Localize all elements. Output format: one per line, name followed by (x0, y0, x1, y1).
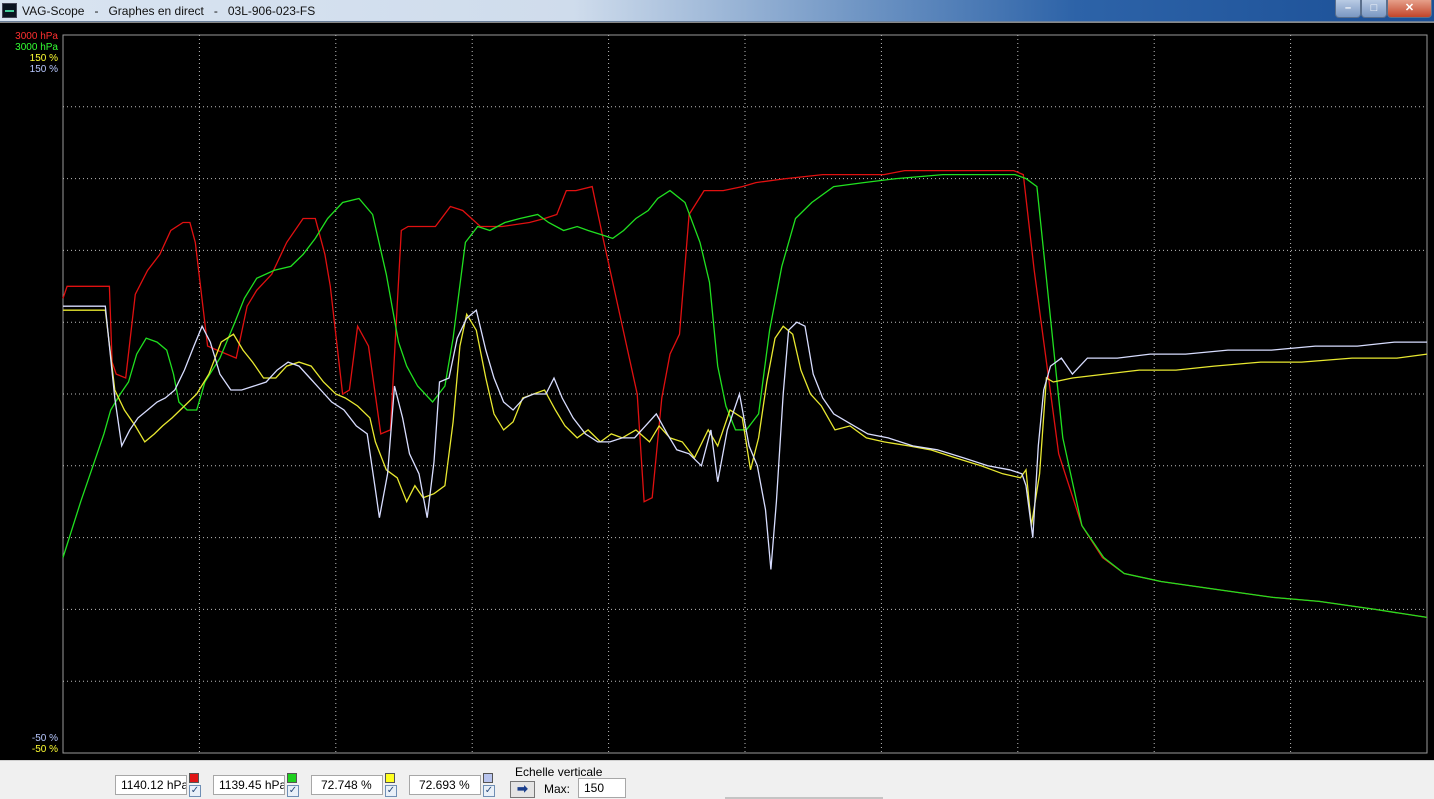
maximize-button[interactable]: □ (1361, 0, 1387, 18)
max-label: Max: (544, 782, 571, 796)
channel-4-checkbox[interactable]: ✓ (483, 785, 495, 797)
oscilloscope-chart (62, 34, 1428, 754)
channel-1-checkbox[interactable]: ✓ (189, 785, 201, 797)
channel-3-checkbox[interactable]: ✓ (385, 785, 397, 797)
bottom-toolbar: 1140.12 hPa ✓ 1139.45 hPa ✓ 72.748 % ✓ 7… (0, 760, 1434, 799)
channel-4-color-swatch[interactable] (483, 773, 493, 783)
scale-label-blue-min: -50 % (31, 733, 58, 744)
channel-2-checkbox[interactable]: ✓ (287, 785, 299, 797)
close-button[interactable]: ✕ (1387, 0, 1432, 18)
grid (62, 34, 1428, 754)
max-scale-input[interactable] (578, 778, 626, 798)
scale-label-blue-max: 150 % (29, 64, 58, 75)
app-icon (2, 3, 17, 18)
channel-1-color-swatch[interactable] (189, 773, 199, 783)
app-window: VAG-Scope - Graphes en direct - 03L-906-… (0, 0, 1434, 799)
title-bar[interactable]: VAG-Scope - Graphes en direct - 03L-906-… (0, 0, 1434, 22)
window-title: VAG-Scope - Graphes en direct - 03L-906-… (22, 4, 316, 18)
channel-2-color-swatch[interactable] (287, 773, 297, 783)
series-line-3 (63, 309, 1428, 526)
readout-channel-3: 72.748 % (311, 775, 383, 795)
vertical-scale-label: Echelle verticale (515, 765, 603, 779)
scale-label-green-max: 3000 hPa (15, 42, 58, 53)
scale-label-yellow-max: 150 % (29, 53, 58, 64)
channel-3-color-swatch[interactable] (385, 773, 395, 783)
readout-channel-1: 1140.12 hPa (115, 775, 187, 795)
readout-channel-2: 1139.45 hPa (213, 775, 285, 795)
apply-scale-button[interactable]: ➡ (510, 781, 535, 798)
readout-channel-4: 72.693 % (409, 775, 481, 795)
scale-label-red-max: 3000 hPa (15, 31, 58, 42)
scale-label-yellow-min: -50 % (31, 744, 58, 755)
oscilloscope-panel: 3000 hPa 3000 hPa 150 % 150 % -50 % -50 … (0, 22, 1434, 760)
minimize-button[interactable]: – (1335, 0, 1361, 18)
